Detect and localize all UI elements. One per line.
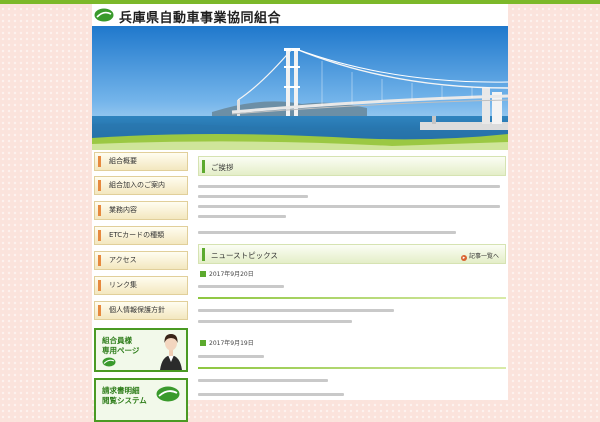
arrow-icon: ▸ xyxy=(460,255,467,261)
news-headline-line[interactable] xyxy=(198,355,264,358)
nav-item-links[interactable]: リンク集 xyxy=(94,276,188,295)
woman-photo xyxy=(160,334,182,370)
nav-item-etc-cards[interactable]: ETCカードの種類 xyxy=(94,226,188,245)
news-divider xyxy=(198,367,506,369)
news-date-text: 2017年9月20日 xyxy=(209,271,254,278)
invoice-system-banner[interactable]: 請求書明細 閲覧システム xyxy=(94,378,188,422)
greeting-header: ご挨拶 xyxy=(198,156,506,176)
greeting-title: ご挨拶 xyxy=(211,163,234,172)
news-body-line xyxy=(198,379,328,382)
nav-item-access[interactable]: アクセス xyxy=(94,251,188,270)
greeting-text-line xyxy=(198,205,500,208)
greeting-text-line xyxy=(198,185,500,188)
calendar-icon xyxy=(200,271,206,277)
news-body-line xyxy=(198,309,394,312)
news-archive-label: 記事一覧へ xyxy=(468,253,499,260)
greeting-text-line xyxy=(198,195,308,198)
nav-item-services[interactable]: 業務内容 xyxy=(94,201,188,220)
news-headline-line[interactable] xyxy=(198,285,284,288)
nav-item-overview[interactable]: 組合概要 xyxy=(94,152,188,171)
news-date-text: 2017年9月19日 xyxy=(209,340,254,347)
news-body-line xyxy=(198,320,352,323)
news-body-line xyxy=(198,393,344,396)
news-header: ニューストピックス ▸ 記事一覧へ xyxy=(198,244,506,264)
news-date: 2017年9月19日 xyxy=(200,338,254,347)
site-header: 兵庫県自動車事業協同組合 xyxy=(92,4,508,26)
site-title[interactable]: 兵庫県自動車事業協同組合 xyxy=(119,7,281,26)
news-date: 2017年9月20日 xyxy=(200,269,254,278)
greeting-text-line xyxy=(198,215,286,218)
nav-item-privacy[interactable]: 個人情報保護方針 xyxy=(94,301,188,320)
logo-icon xyxy=(94,8,114,22)
news-divider xyxy=(198,297,506,299)
hero-image xyxy=(92,26,508,150)
invoice-banner-line2: 閲覧システム xyxy=(102,396,147,405)
news-archive-link[interactable]: ▸ 記事一覧へ xyxy=(460,251,499,261)
nav-item-join[interactable]: 組合加入のご案内 xyxy=(94,176,188,195)
members-page-banner[interactable]: 組合員様 専用ページ xyxy=(94,328,188,372)
members-banner-line2: 専用ページ xyxy=(102,346,140,355)
calendar-icon xyxy=(200,340,206,346)
page-container: 兵庫県自動車事業協同組合 組合概要 組合加入のご案内 業務内容 ETCカードの種… xyxy=(92,4,508,422)
news-title: ニューストピックス xyxy=(211,251,278,260)
greeting-text-line xyxy=(198,231,456,234)
logo-icon xyxy=(102,357,116,367)
